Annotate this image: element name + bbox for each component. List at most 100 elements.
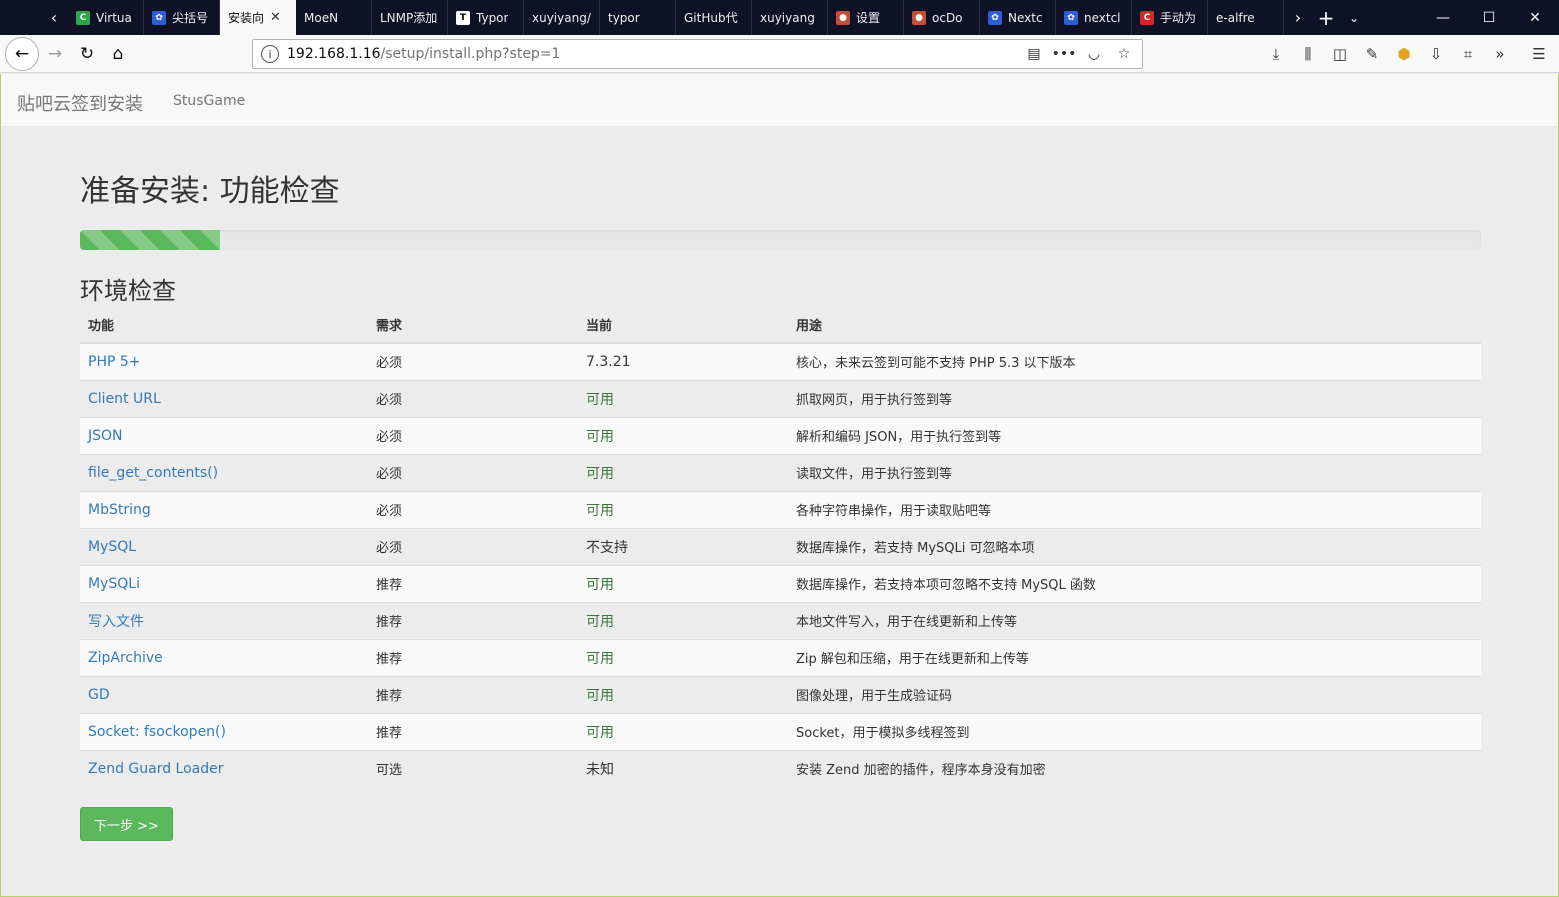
requirement-cell: 可选 xyxy=(368,749,578,787)
section-title: 环境检查 xyxy=(80,277,176,305)
screenshot-crop-icon[interactable]: ⌗ xyxy=(1457,43,1479,65)
current-status-cell: 可用 xyxy=(578,453,788,491)
feature-cell[interactable]: file_get_contents() xyxy=(80,453,368,491)
install-progress xyxy=(80,230,1481,250)
site-brand[interactable]: 贴吧云签到安装 xyxy=(17,90,143,116)
table-row: GD 推荐 可用 图像处理，用于生成验证码 xyxy=(80,675,1481,713)
back-button[interactable]: ← xyxy=(5,37,39,71)
table-row: Socket: fsockopen() 推荐 可用 Socket，用于模拟多线程签到 xyxy=(80,712,1481,750)
bookmark-star-icon[interactable]: ☆ xyxy=(1114,44,1134,64)
current-status-cell: 可用 xyxy=(578,564,788,602)
browser-tab[interactable]: typor xyxy=(600,0,676,35)
browser-tab[interactable]: xuyiyang/ xyxy=(524,0,600,35)
current-status-cell: 可用 xyxy=(578,490,788,528)
list-all-tabs-icon[interactable]: ⌄ xyxy=(1340,0,1368,35)
feature-cell[interactable]: Socket: fsockopen() xyxy=(80,712,368,750)
hamburger-menu-icon[interactable]: ☰ xyxy=(1528,43,1550,65)
reload-button[interactable]: ↻ xyxy=(72,39,102,69)
feature-cell[interactable]: JSON xyxy=(80,416,368,454)
browser-tab[interactable]: ✿ Nextc xyxy=(980,0,1056,35)
install-progress-bar xyxy=(80,230,221,250)
close-tab-icon[interactable]: ✕ xyxy=(270,10,281,25)
minimize-icon[interactable]: — xyxy=(1420,0,1466,35)
browser-tab[interactable]: ● 设置 xyxy=(828,0,904,35)
purpose-cell: Zip 解包和压缩，用于在线更新和上传等 xyxy=(788,638,1481,676)
browser-tab[interactable]: ✿ 尖括号 xyxy=(144,0,220,35)
tab-title: 尖括号 xyxy=(172,11,209,25)
tab-title: Nextc xyxy=(1008,10,1043,25)
column-header-feature: 功能 xyxy=(80,306,368,344)
site-info-icon[interactable]: i xyxy=(261,45,279,63)
requirement-cell: 必须 xyxy=(368,527,578,565)
purpose-cell: Socket，用于模拟多线程签到 xyxy=(788,712,1481,750)
feature-cell[interactable]: MbString xyxy=(80,490,368,528)
browser-tab[interactable]: e-alfre xyxy=(1208,0,1284,35)
browser-tab[interactable]: MoeN xyxy=(296,0,372,35)
browser-tab[interactable]: T Typor xyxy=(448,0,524,35)
address-bar[interactable]: i 192.168.1.16/setup/install.php?step=1 … xyxy=(252,39,1143,69)
feature-cell[interactable]: ZipArchive xyxy=(80,638,368,676)
tab-favicon-icon: T xyxy=(456,10,470,25)
close-window-icon[interactable]: ✕ xyxy=(1512,0,1558,35)
purpose-cell: 核心，未来云签到可能不支持 PHP 5.3 以下版本 xyxy=(788,342,1481,380)
feature-cell[interactable]: MySQL xyxy=(80,527,368,565)
forward-button[interactable]: → xyxy=(40,39,70,69)
new-tab-icon[interactable]: + xyxy=(1312,0,1340,35)
home-button[interactable]: ⌂ xyxy=(103,39,133,69)
tab-title: Typor xyxy=(476,10,509,25)
extension-shield-icon[interactable]: ⬢ xyxy=(1393,43,1415,65)
feature-cell[interactable]: 写入文件 xyxy=(80,601,368,639)
current-status-cell: 未知 xyxy=(578,749,788,787)
browser-tab[interactable]: C Virtua xyxy=(68,0,144,35)
page-actions-icon[interactable]: ••• xyxy=(1052,44,1077,64)
feature-cell[interactable]: Client URL xyxy=(80,379,368,417)
browser-tab[interactable]: 安装向 ✕ xyxy=(220,0,296,35)
tabs-scroll-right-icon[interactable]: › xyxy=(1284,0,1312,35)
current-status-cell: 可用 xyxy=(578,416,788,454)
table-header-row: 功能 需求 当前 用途 xyxy=(80,306,1481,344)
feature-cell[interactable]: GD xyxy=(80,675,368,713)
current-status-cell: 可用 xyxy=(578,601,788,639)
reader-view-icon[interactable]: ▤ xyxy=(1024,44,1044,64)
browser-tab[interactable]: ✿ nextcl xyxy=(1056,0,1132,35)
table-row: file_get_contents() 必须 可用 读取文件，用于执行签到等 xyxy=(80,453,1481,491)
feature-cell[interactable]: PHP 5+ xyxy=(80,342,368,380)
tab-title: nextcl xyxy=(1084,10,1121,25)
library-icon[interactable]: ⫼ xyxy=(1297,43,1319,65)
column-header-purpose: 用途 xyxy=(788,306,1481,344)
tab-title: GitHub代 xyxy=(684,11,738,25)
current-status-cell: 可用 xyxy=(578,379,788,417)
downloads-arrow-icon[interactable]: ⇩ xyxy=(1425,43,1447,65)
purpose-cell: 抓取网页，用于执行签到等 xyxy=(788,379,1481,417)
next-step-button[interactable]: 下一步 >> xyxy=(80,807,173,841)
tab-favicon-icon: ● xyxy=(836,10,850,25)
purpose-cell: 各种字符串操作，用于读取贴吧等 xyxy=(788,490,1481,528)
table-row: Client URL 必须 可用 抓取网页，用于执行签到等 xyxy=(80,379,1481,417)
overflow-menu-icon[interactable]: » xyxy=(1489,43,1511,65)
tabs-scroll-left-icon[interactable]: ‹ xyxy=(40,0,68,35)
browser-tab-strip: ‹ C Virtua ✿ 尖括号 安装向 ✕ MoeN LNMP添加 T Typor xuyiyan… xyxy=(0,0,1559,35)
tab-title: xuyiyang/ xyxy=(532,10,591,25)
browser-tab[interactable]: C 手动为 xyxy=(1132,0,1208,35)
pocket-icon[interactable]: ◡ xyxy=(1084,44,1104,64)
requirement-cell: 推荐 xyxy=(368,564,578,602)
stusgame-link[interactable]: StusGame xyxy=(173,93,245,109)
tab-title: e-alfre xyxy=(1216,10,1255,25)
browser-tab[interactable]: LNMP添加 xyxy=(372,0,448,35)
extension-pen-icon[interactable]: ✎ xyxy=(1361,43,1383,65)
feature-cell[interactable]: MySQLi xyxy=(80,564,368,602)
url-text[interactable]: 192.168.1.16/setup/install.php?step=1 xyxy=(287,46,560,62)
table-row: MySQLi 推荐 可用 数据库操作，若支持本项可忽略不支持 MySQL 函数 xyxy=(80,564,1481,602)
browser-tab[interactable]: ● ocDo xyxy=(904,0,980,35)
tab-favicon-icon: ● xyxy=(912,10,926,25)
purpose-cell: 本地文件写入，用于在线更新和上传等 xyxy=(788,601,1481,639)
feature-cell[interactable]: Zend Guard Loader xyxy=(80,749,368,787)
download-icon[interactable]: ⤓ xyxy=(1265,43,1287,65)
browser-tab[interactable]: GitHub代 xyxy=(676,0,752,35)
sidebar-icon[interactable]: ◫ xyxy=(1329,43,1351,65)
environment-check-table: 功能 需求 当前 用途 PHP 5+ 必须 7.3.21 核心，未来云签到可能不支持 … xyxy=(80,306,1481,787)
tab-list: C Virtua ✿ 尖括号 安装向 ✕ MoeN LNMP添加 T Typor xuyiyang/… xyxy=(68,0,1284,35)
table-row: MbString 必须 可用 各种字符串操作，用于读取贴吧等 xyxy=(80,490,1481,528)
maximize-icon[interactable]: ☐ xyxy=(1466,0,1512,35)
browser-tab[interactable]: xuyiyang xyxy=(752,0,828,35)
